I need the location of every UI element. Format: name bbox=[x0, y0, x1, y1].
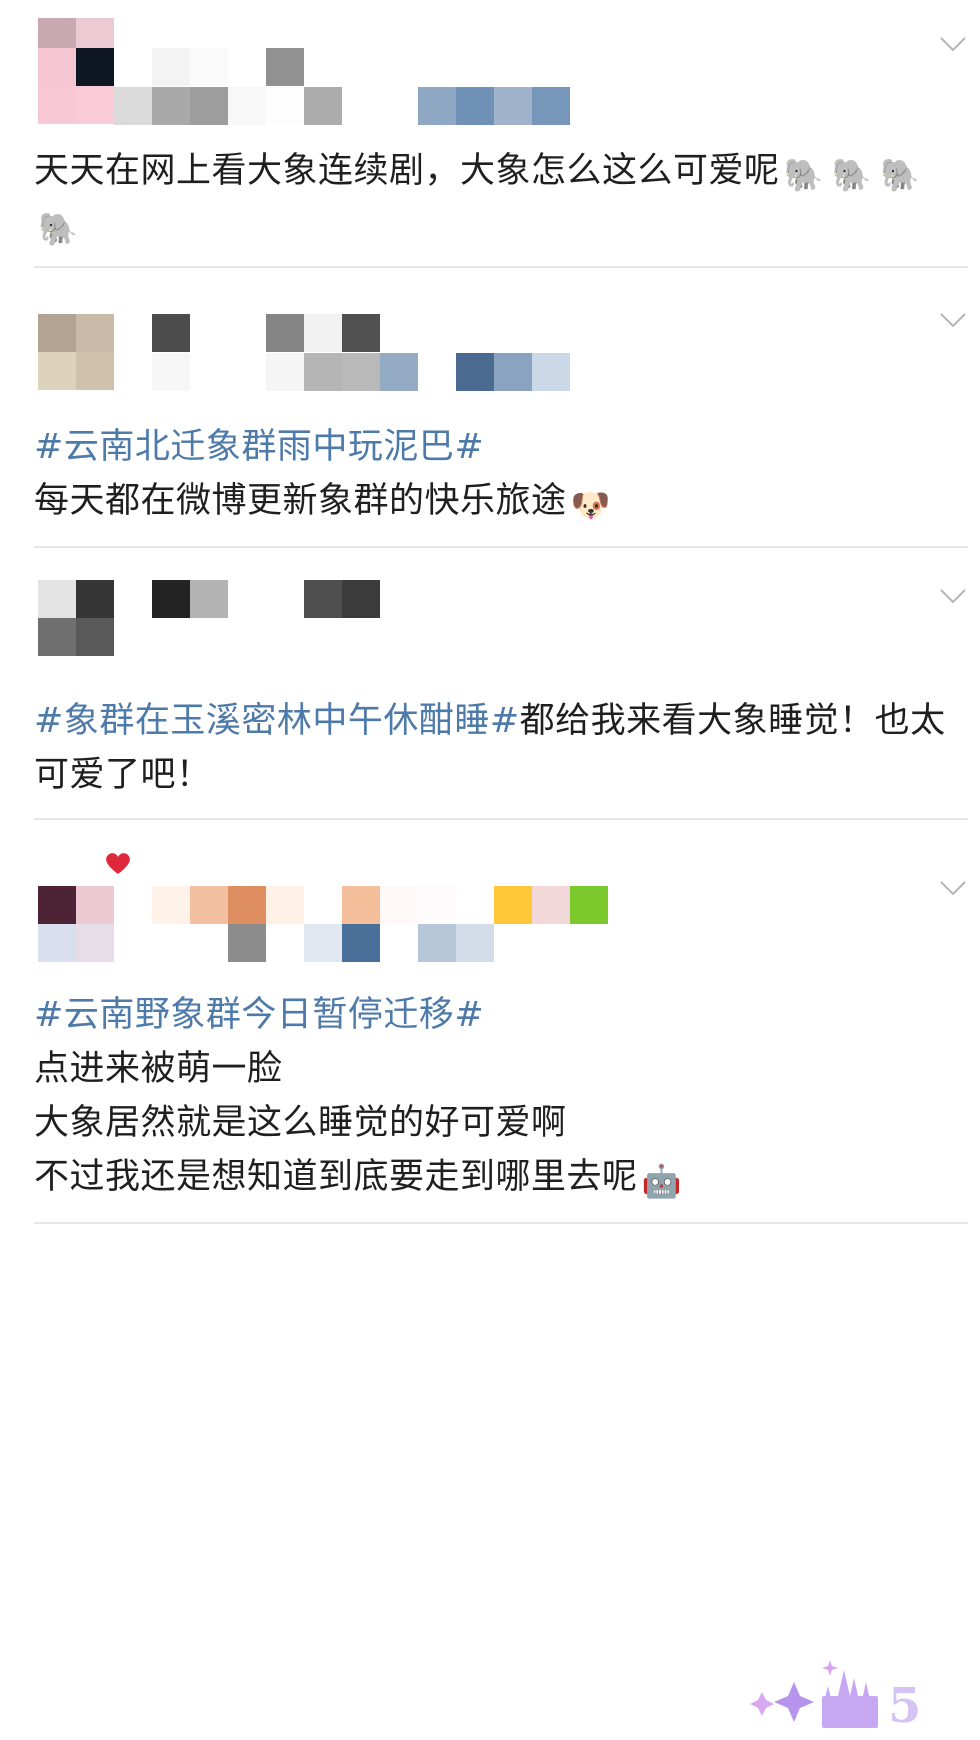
hashtag-link[interactable]: #云南野象群今日暂停迁移# bbox=[34, 995, 484, 1035]
username-pixelated[interactable] bbox=[152, 886, 608, 924]
post-text: #云南野象群今日暂停迁移# 点进来被萌一脸 大象居然就是这么睡觉的好可爱啊 不过… bbox=[34, 988, 950, 1204]
post-line: 大象居然就是这么睡觉的好可爱啊 bbox=[34, 1103, 567, 1143]
avatar[interactable] bbox=[38, 18, 114, 124]
elephant-emoji: 🐘 bbox=[831, 156, 873, 194]
post-2: #云南北迁象群雨中玩泥巴# 每天都在微博更新象群的快乐旅途 🐶 bbox=[0, 268, 980, 548]
avatar[interactable] bbox=[38, 314, 114, 390]
hashtag-link[interactable]: #象群在玉溪密林中午休酣睡# bbox=[34, 701, 520, 741]
post-text: 天天在网上看大象连续剧，大象怎么这么可爱呢 🐘 🐘 🐘🐘 bbox=[34, 144, 950, 252]
chevron-down-icon[interactable] bbox=[940, 312, 966, 328]
avatar[interactable] bbox=[38, 580, 114, 656]
post-1: 天天在网上看大象连续剧，大象怎么这么可爱呢 🐘 🐘 🐘🐘 bbox=[0, 0, 980, 268]
user-meta-pixelated bbox=[152, 924, 494, 962]
post-text: #象群在玉溪密林中午休酣睡#都给我来看大象睡觉！也太可爱了吧！ bbox=[34, 694, 950, 802]
chevron-down-icon[interactable] bbox=[940, 36, 966, 52]
username-pixelated[interactable] bbox=[152, 314, 380, 352]
avatar[interactable] bbox=[38, 886, 114, 962]
divider bbox=[34, 1222, 968, 1224]
username-pixelated[interactable] bbox=[114, 48, 304, 86]
castle-badge-icon: 5 bbox=[738, 1656, 928, 1736]
username-pixelated[interactable] bbox=[152, 580, 380, 618]
user-meta-pixelated bbox=[152, 353, 570, 391]
post-3: #象群在玉溪密林中午休酣睡#都给我来看大象睡觉！也太可爱了吧！ bbox=[0, 548, 980, 820]
heart-icon bbox=[102, 850, 134, 876]
user-meta-pixelated bbox=[114, 87, 570, 125]
elephant-emoji: 🐘 bbox=[783, 156, 824, 194]
chevron-down-icon[interactable] bbox=[940, 588, 966, 604]
post-4: 5 #云南野象群今日暂停迁移# 点进来被萌一脸 大象居然就是这么睡觉的好可爱啊 … bbox=[0, 820, 980, 1734]
doraemon-emoji: 🤖 bbox=[641, 1162, 682, 1200]
post-line: 不过我还是想知道到底要走到哪里去呢 bbox=[34, 1157, 638, 1197]
chevron-down-icon[interactable] bbox=[940, 880, 966, 896]
elephant-emoji: 🐘 bbox=[38, 210, 79, 248]
elephant-emoji: 🐘 bbox=[880, 156, 921, 194]
husky-emoji: 🐶 bbox=[570, 486, 611, 524]
hashtag-link[interactable]: #云南北迁象群雨中玩泥巴# bbox=[34, 427, 484, 467]
post-line: 点进来被萌一脸 bbox=[34, 1049, 283, 1089]
post-body: 每天都在微博更新象群的快乐旅途 bbox=[34, 481, 567, 521]
post-body: 天天在网上看大象连续剧，大象怎么这么可爱呢 bbox=[34, 151, 780, 191]
post-text: #云南北迁象群雨中玩泥巴# 每天都在微博更新象群的快乐旅途 🐶 bbox=[34, 420, 950, 528]
svg-text:5: 5 bbox=[888, 1678, 921, 1734]
